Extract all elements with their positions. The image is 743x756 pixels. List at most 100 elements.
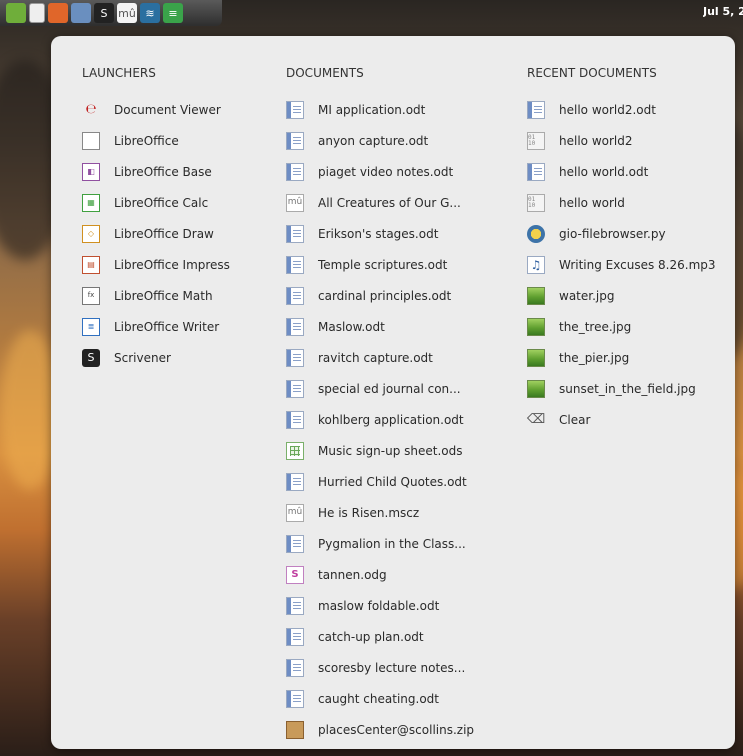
documents-item-label: tannen.odg: [318, 567, 387, 582]
recent-item-label: the_pier.jpg: [559, 350, 630, 365]
documents-item-catch-up-plan-odt[interactable]: catch-up plan.odt: [286, 621, 474, 652]
documents-item-label: caught cheating.odt: [318, 691, 439, 706]
doc-file-icon: [286, 472, 304, 491]
recent-item-hello-world2[interactable]: 01 10 hello world2: [527, 125, 716, 156]
document-icon[interactable]: [29, 3, 45, 23]
launchers-item-label: LibreOffice Writer: [114, 319, 220, 334]
launchers-item-label: LibreOffice Math: [114, 288, 213, 303]
documents-item-label: MI application.odt: [318, 102, 426, 117]
launchers-item-label: Document Viewer: [114, 102, 221, 117]
documents-item-label: Temple scriptures.odt: [318, 257, 448, 272]
documents-item-pygmalion-in-the-class[interactable]: Pygmalion in the Class...: [286, 528, 474, 559]
documents-item-tannen-odg[interactable]: Stannen.odg: [286, 559, 474, 590]
documents-item-label: Music sign-up sheet.ods: [318, 443, 463, 458]
launchers-item-libreoffice-impress[interactable]: ▤ LibreOffice Impress: [82, 249, 230, 280]
recent-item-water-jpg[interactable]: water.jpg: [527, 280, 716, 311]
recent-item-sunset-in-the-field-jpg[interactable]: sunset_in_the_field.jpg: [527, 373, 716, 404]
launchers-item-libreoffice-math[interactable]: fx LibreOffice Math: [82, 280, 230, 311]
launchers-item-label: LibreOffice Impress: [114, 257, 230, 272]
launchers-item-label: LibreOffice Draw: [114, 226, 214, 241]
launchers-item-libreoffice-draw[interactable]: ◇ LibreOffice Draw: [82, 218, 230, 249]
zip-file-icon: [286, 720, 304, 739]
files-icon[interactable]: [6, 3, 26, 23]
recent-item-hello-world2-odt[interactable]: hello world2.odt: [527, 94, 716, 125]
launchers-item-libreoffice-calc[interactable]: ▦ LibreOffice Calc: [82, 187, 230, 218]
clear-icon: ⌫: [526, 412, 546, 427]
doc-file-icon: [286, 410, 304, 429]
launchers-item-label: LibreOffice Base: [114, 164, 212, 179]
documents-item-maslow-foldable-odt[interactable]: maslow foldable.odt: [286, 590, 474, 621]
lo-file-icon: [82, 131, 100, 150]
recent-item-hello-world-odt[interactable]: hello world.odt: [527, 156, 716, 187]
bin-file-icon: 01 10: [527, 193, 545, 212]
spotify-icon[interactable]: ≡: [163, 3, 183, 23]
documents-item-cardinal-principles-odt[interactable]: cardinal principles.odt: [286, 280, 474, 311]
recent-item-label: hello world: [559, 195, 625, 210]
lo-math-file-icon: fx: [82, 286, 100, 305]
documents-item-mi-application-odt[interactable]: MI application.odt: [286, 94, 474, 125]
mscz-file-icon: mû: [286, 193, 304, 212]
launchers-item-libreoffice-writer[interactable]: ≣ LibreOffice Writer: [82, 311, 230, 342]
documents-item-kohlberg-application-odt[interactable]: kohlberg application.odt: [286, 404, 474, 435]
recent-documents-column: RECENT DOCUMENTS hello world2.odt 01 10 he…: [527, 63, 716, 435]
documents-item-all-creatures-of-our-g[interactable]: mû All Creatures of Our G...: [286, 187, 474, 218]
documents-item-maslow-odt[interactable]: Maslow.odt: [286, 311, 474, 342]
documents-item-anyon-capture-odt[interactable]: anyon capture.odt: [286, 125, 474, 156]
recent-item-label: sunset_in_the_field.jpg: [559, 381, 696, 396]
doc-file-icon: [286, 317, 304, 336]
recent-item-label: Clear: [559, 412, 591, 427]
clock[interactable]: Jul 5, 2: [703, 5, 743, 18]
world-icon[interactable]: ≋: [140, 3, 160, 23]
recent-item-label: hello world2: [559, 133, 633, 148]
launchers-item-libreoffice-base[interactable]: ◧ LibreOffice Base: [82, 156, 230, 187]
recent-item-the-tree-jpg[interactable]: the_tree.jpg: [527, 311, 716, 342]
documents-item-label: anyon capture.odt: [318, 133, 429, 148]
documents-item-erikson-s-stages-odt[interactable]: Erikson's stages.odt: [286, 218, 474, 249]
documents-item-piaget-video-notes-odt[interactable]: piaget video notes.odt: [286, 156, 474, 187]
bin-file-icon: 01 10: [527, 131, 545, 150]
doc-file-icon: [286, 100, 304, 119]
lo-base-file-icon: ◧: [82, 162, 100, 181]
pdf-file-icon: ℮: [85, 102, 97, 117]
scriv-file-icon: S: [82, 348, 100, 367]
documents-item-temple-scriptures-odt[interactable]: Temple scriptures.odt: [286, 249, 474, 280]
documents-item-scoresby-lecture-notes[interactable]: scoresby lecture notes...: [286, 652, 474, 683]
documents-item-he-is-risen-mscz[interactable]: mû He is Risen.mscz: [286, 497, 474, 528]
documents-item-label: placesCenter@scollins.zip: [318, 722, 475, 737]
ods-file-icon: [286, 441, 304, 460]
documents-column: DOCUMENTS MI application.odt anyon captur…: [286, 63, 474, 745]
doc-file-icon: [286, 534, 304, 553]
doc-file-icon: [286, 689, 304, 708]
launchers-item-libreoffice[interactable]: LibreOffice: [82, 125, 230, 156]
recent-item-writing-excuses-8-26-mp3[interactable]: ♫ Writing Excuses 8.26.mp3: [527, 249, 716, 280]
scrivener-icon[interactable]: S: [94, 3, 114, 23]
documents-item-music-sign-up-sheet-ods[interactable]: Music sign-up sheet.ods: [286, 435, 474, 466]
clear-recent-button[interactable]: ⌫ Clear: [527, 404, 716, 435]
places-menu-popup: LAUNCHERS ℮ Document Viewer LibreOffice ◧ Li…: [51, 36, 735, 749]
finder-icon[interactable]: [71, 3, 91, 23]
launchers-item-scrivener[interactable]: S Scrivener: [82, 342, 230, 373]
doc-file-icon: [286, 255, 304, 274]
documents-item-label: Hurried Child Quotes.odt: [318, 474, 467, 489]
musescore-icon[interactable]: mû: [117, 3, 137, 23]
doc-file-icon: [286, 379, 304, 398]
recent-item-the-pier-jpg[interactable]: the_pier.jpg: [527, 342, 716, 373]
documents-item-ravitch-capture-odt[interactable]: ravitch capture.odt: [286, 342, 474, 373]
recent-item-hello-world[interactable]: 01 10 hello world: [527, 187, 716, 218]
jpg-file-icon: [527, 317, 545, 336]
recent-item-gio-filebrowser-py[interactable]: gio-filebrowser.py: [527, 218, 716, 249]
launchers-item-label: LibreOffice Calc: [114, 195, 209, 210]
documents-item-caught-cheating-odt[interactable]: caught cheating.odt: [286, 683, 474, 714]
documents-item-placescenter-scollins-zip[interactable]: placesCenter@scollins.zip: [286, 714, 474, 745]
doc-file-icon: [286, 627, 304, 646]
odg-file-icon: S: [286, 565, 304, 584]
launchers-item-document-viewer[interactable]: ℮ Document Viewer: [82, 94, 230, 125]
doc-file-icon: [286, 162, 304, 181]
firefox-icon[interactable]: [48, 3, 68, 23]
documents-item-hurried-child-quotes-odt[interactable]: Hurried Child Quotes.odt: [286, 466, 474, 497]
documents-item-label: He is Risen.mscz: [318, 505, 420, 520]
lo-wri-file-icon: ≣: [82, 317, 100, 336]
jpg-file-icon: [527, 286, 545, 305]
documents-item-special-ed-journal-con[interactable]: special ed journal con...: [286, 373, 474, 404]
top-panel: Smû ≋ ≡: [0, 0, 222, 26]
